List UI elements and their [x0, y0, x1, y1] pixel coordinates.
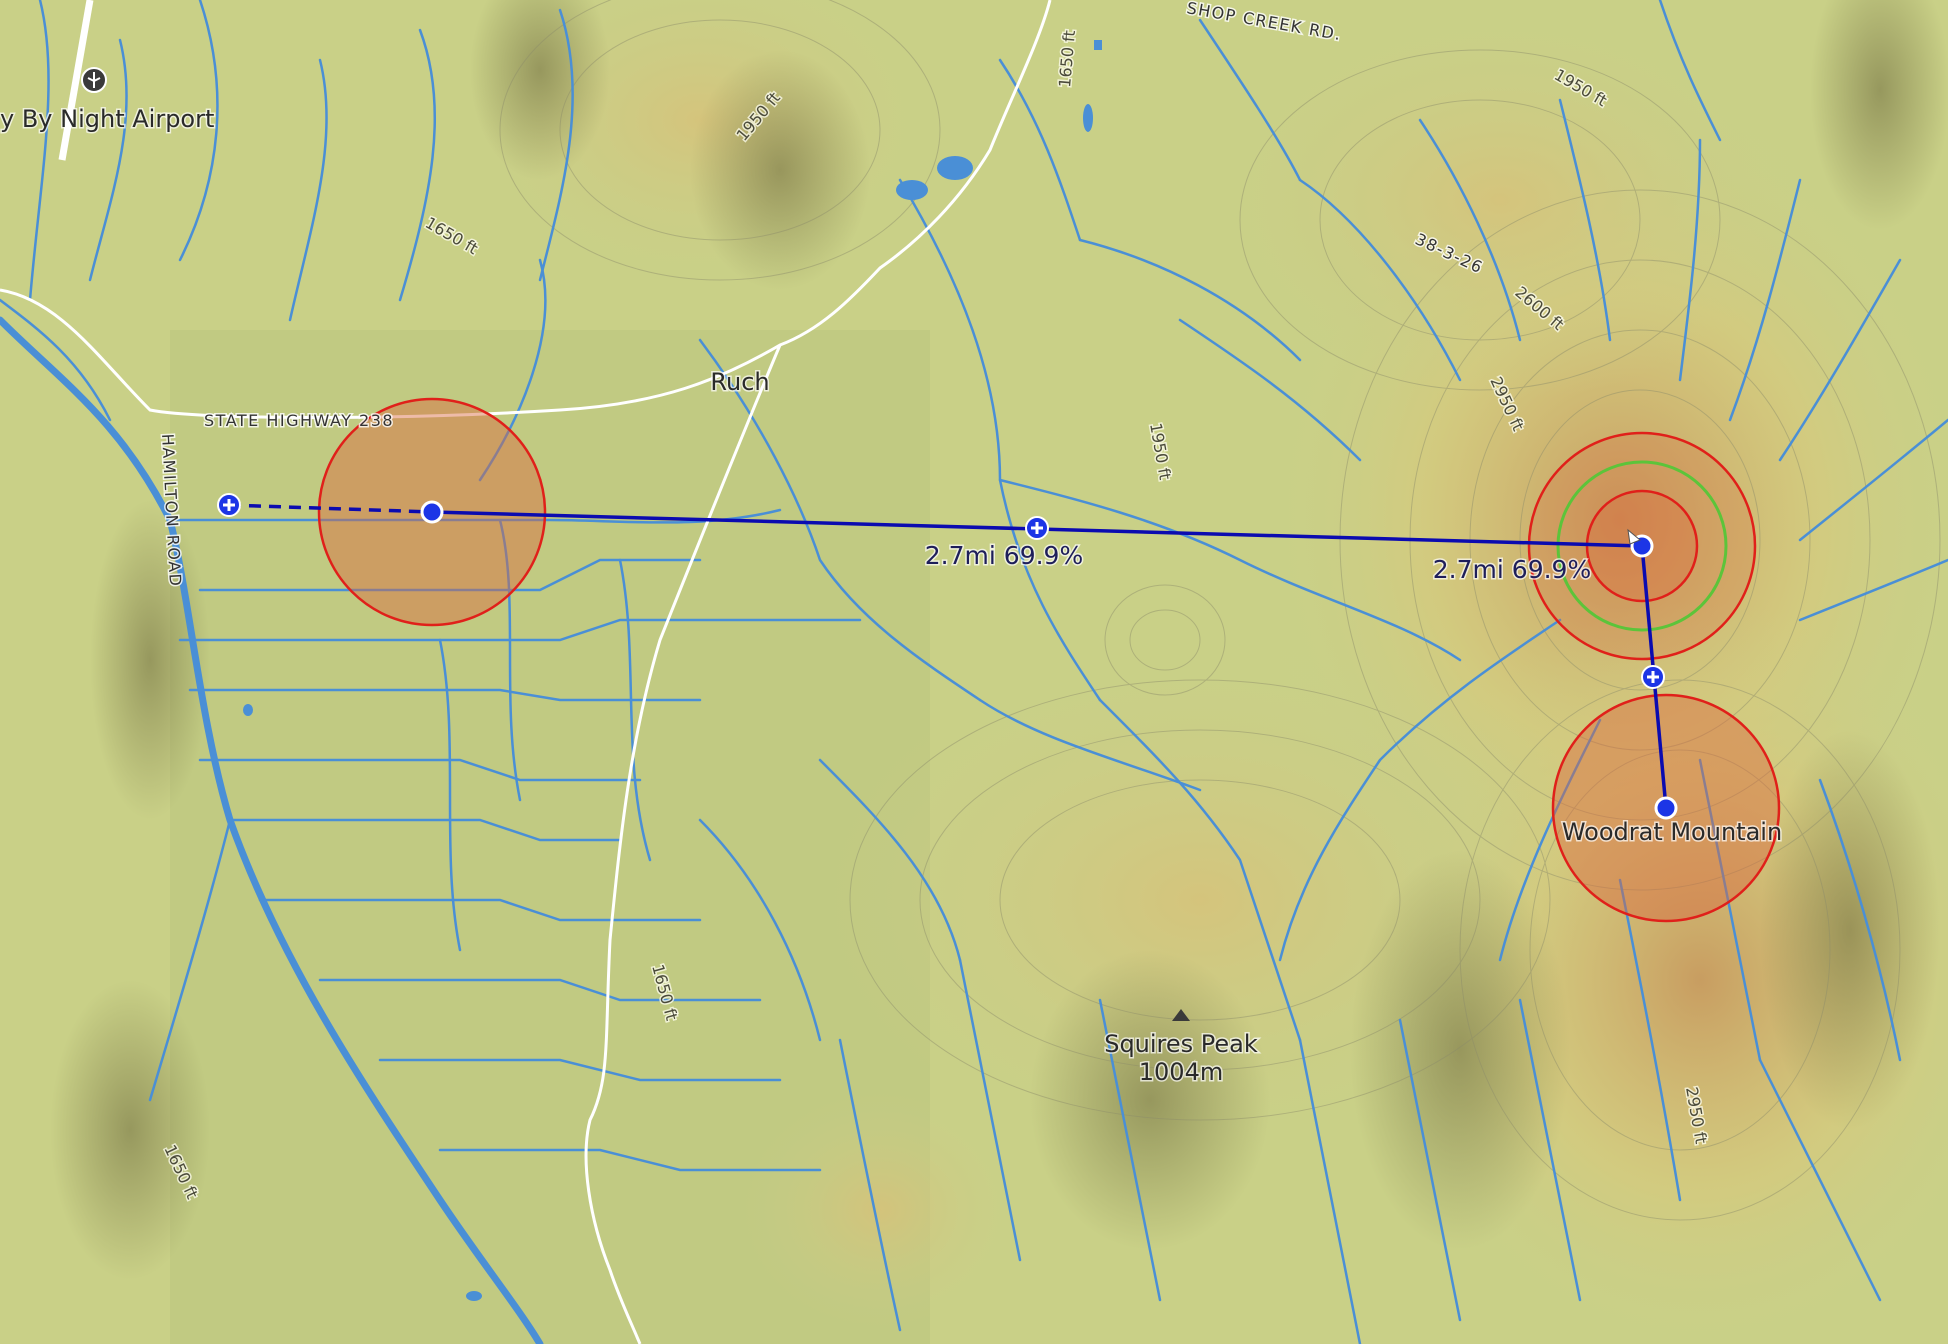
leg-1-distance-label: 2.7mi 69.9% — [925, 541, 1083, 570]
map-canvas[interactable]: y By Night Airport Ruch Squires Peak 100… — [0, 0, 1948, 1344]
leg-2-distance-label: 2.7mi 69.9% — [1433, 555, 1591, 584]
waypoint-woodrat[interactable] — [1654, 796, 1678, 820]
add-point-icon[interactable] — [217, 493, 241, 517]
airport-icon[interactable] — [81, 67, 107, 93]
waypoint-start[interactable] — [420, 500, 444, 524]
peak-name-label: Squires Peak — [1104, 1030, 1258, 1058]
town-label-ruch: Ruch — [710, 368, 769, 396]
add-point-icon[interactable] — [1025, 516, 1049, 540]
peak-elevation-label: 1004m — [1139, 1058, 1223, 1086]
woodrat-mountain-label: Woodrat Mountain — [1562, 818, 1782, 846]
airport-label[interactable]: y By Night Airport — [0, 104, 216, 135]
highway-label: STATE HIGHWAY 238 — [204, 411, 394, 430]
add-point-icon[interactable] — [1641, 665, 1665, 689]
map-svg[interactable]: y By Night Airport Ruch Squires Peak 100… — [0, 0, 1948, 1344]
